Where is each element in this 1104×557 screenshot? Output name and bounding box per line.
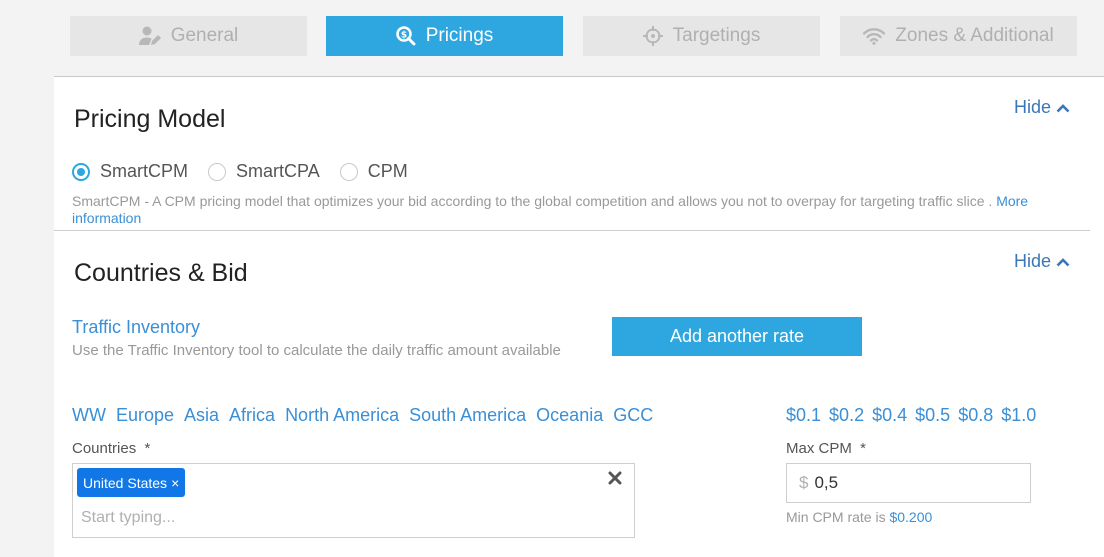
clear-all-icon[interactable]: [608, 471, 622, 490]
max-cpm-field: $: [786, 463, 1031, 503]
price-preset-0-4[interactable]: $0.4: [872, 405, 907, 426]
hide-label: Hide: [1014, 97, 1052, 117]
tab-label: General: [170, 25, 239, 46]
min-cpm-rate-note: Min CPM rate is $0.200: [786, 509, 932, 525]
currency-symbol: $: [799, 473, 809, 492]
region-south-america[interactable]: South America: [409, 405, 526, 426]
region-asia[interactable]: Asia: [184, 405, 219, 426]
countries-multiselect[interactable]: United States ×: [72, 463, 635, 538]
traffic-inventory-link[interactable]: Traffic Inventory: [72, 317, 200, 338]
remove-tag-icon[interactable]: ×: [171, 475, 179, 491]
tab-zones-additional[interactable]: Zones & Additional: [840, 16, 1077, 56]
price-preset-0-1[interactable]: $0.1: [786, 405, 821, 426]
min-rate-text: Min CPM rate is: [786, 509, 886, 525]
price-preset-0-2[interactable]: $0.2: [829, 405, 864, 426]
traffic-inventory-description: Use the Traffic Inventory tool to calcul…: [72, 342, 561, 359]
radio-smartcpm[interactable]: SmartCPM: [72, 161, 188, 182]
tab-targetings[interactable]: Targetings: [583, 16, 820, 56]
radio-circle: [208, 162, 227, 181]
countries-search-input[interactable]: [79, 508, 623, 528]
chevron-up-icon: [1056, 103, 1070, 112]
search-dollar-icon: $: [395, 26, 416, 46]
description-text: SmartCPM - A CPM pricing model that opti…: [72, 193, 993, 209]
wifi-icon: [863, 27, 886, 45]
country-tag-label: United States: [83, 474, 168, 491]
price-presets: $0.1 $0.2 $0.4 $0.5 $0.8 $1.0: [786, 405, 1044, 426]
region-ww[interactable]: WW: [72, 405, 106, 426]
tab-general[interactable]: General: [70, 16, 307, 56]
countries-bid-title: Countries & Bid: [74, 259, 248, 287]
user-edit-icon: [138, 26, 161, 46]
region-europe[interactable]: Europe: [116, 405, 174, 426]
region-quick-select: WW Europe Asia Africa North America Sout…: [72, 405, 663, 426]
region-africa[interactable]: Africa: [229, 405, 275, 426]
price-preset-0-5[interactable]: $0.5: [915, 405, 950, 426]
tab-label: Targetings: [672, 25, 761, 46]
radio-smartcpa[interactable]: SmartCPA: [208, 161, 320, 182]
region-gcc[interactable]: GCC: [613, 405, 653, 426]
radio-label: SmartCPA: [236, 161, 320, 181]
pricing-model-hide-link[interactable]: Hide: [1014, 97, 1070, 118]
radio-circle: [339, 162, 358, 181]
radio-circle: [72, 162, 90, 181]
countries-bid-hide-link[interactable]: Hide: [1014, 251, 1070, 272]
tab-label: Zones & Additional: [895, 25, 1054, 46]
max-cpm-label: Max CPM *: [786, 440, 867, 457]
radio-label: SmartCPM: [100, 161, 189, 181]
country-tag: United States ×: [77, 468, 186, 497]
pricings-panel: Pricing Model Hide SmartCPM SmartCPA CPM…: [54, 76, 1104, 557]
add-another-rate-button[interactable]: Add another rate: [612, 317, 862, 356]
radio-cpm[interactable]: CPM: [339, 161, 408, 182]
pricing-model-title: Pricing Model: [74, 105, 226, 133]
pricing-model-options: SmartCPM SmartCPA CPM: [72, 161, 428, 182]
svg-text:$: $: [401, 31, 407, 41]
pricing-model-description: SmartCPM - A CPM pricing model that opti…: [72, 193, 1082, 227]
price-preset-0-8[interactable]: $0.8: [958, 405, 993, 426]
crosshair-icon: [642, 26, 663, 46]
radio-label: CPM: [367, 161, 408, 181]
price-preset-1-0[interactable]: $1.0: [1001, 405, 1036, 426]
min-rate-value: $0.200: [889, 509, 933, 525]
countries-label: Countries *: [72, 440, 151, 457]
tab-pricings[interactable]: $ Pricings: [326, 16, 563, 56]
chevron-up-icon: [1056, 257, 1070, 266]
region-north-america[interactable]: North America: [285, 405, 399, 426]
max-cpm-input[interactable]: [812, 472, 1017, 494]
section-divider: [54, 230, 1090, 231]
tab-label: Pricings: [425, 25, 494, 46]
hide-label: Hide: [1014, 251, 1052, 271]
region-oceania[interactable]: Oceania: [536, 405, 603, 426]
wizard-tabs: General $ Pricings Targetings Zones & Ad…: [70, 16, 1078, 56]
